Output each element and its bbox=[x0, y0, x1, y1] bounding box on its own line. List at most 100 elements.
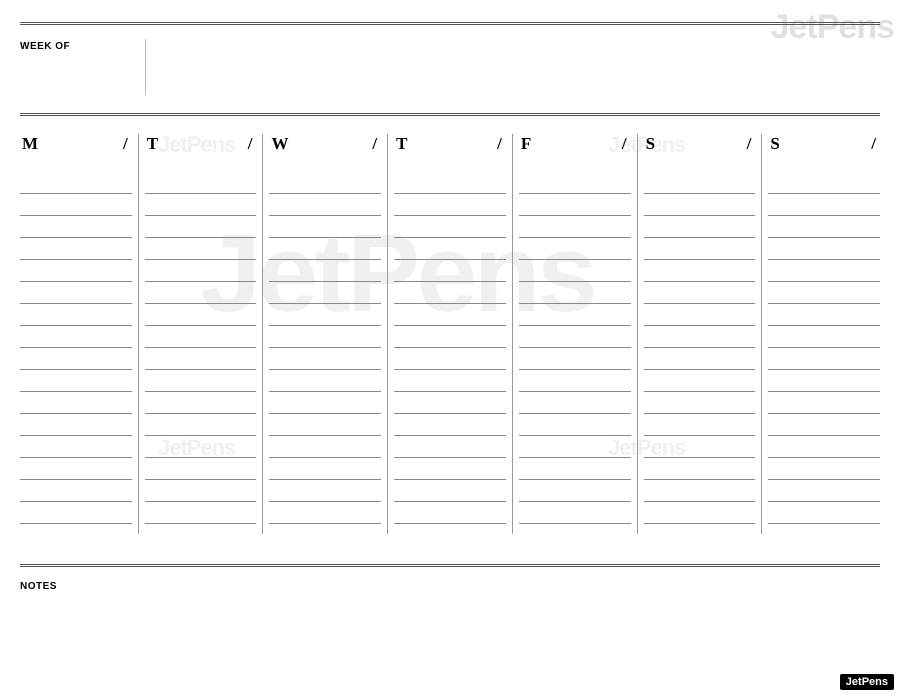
day-letter: F bbox=[521, 134, 531, 154]
writing-line bbox=[519, 348, 631, 370]
writing-line bbox=[644, 458, 756, 480]
writing-line bbox=[644, 348, 756, 370]
writing-line bbox=[768, 282, 880, 304]
writing-line bbox=[394, 370, 506, 392]
day-header: S/ bbox=[644, 134, 756, 172]
writing-line bbox=[768, 216, 880, 238]
writing-line bbox=[644, 480, 756, 502]
day-letter: T bbox=[147, 134, 158, 154]
writing-line bbox=[768, 304, 880, 326]
writing-line bbox=[768, 502, 880, 524]
writing-line bbox=[519, 194, 631, 216]
date-separator: / bbox=[497, 134, 502, 154]
writing-line bbox=[20, 260, 132, 282]
writing-line bbox=[145, 238, 257, 260]
writing-line bbox=[145, 502, 257, 524]
writing-line bbox=[145, 282, 257, 304]
writing-line bbox=[394, 458, 506, 480]
writing-line bbox=[145, 326, 257, 348]
writing-line bbox=[20, 282, 132, 304]
writing-line bbox=[519, 392, 631, 414]
writing-line bbox=[145, 304, 257, 326]
header-divider bbox=[145, 39, 146, 95]
writing-line bbox=[519, 282, 631, 304]
writing-line bbox=[768, 480, 880, 502]
day-header: T/ bbox=[394, 134, 506, 172]
date-separator: / bbox=[123, 134, 128, 154]
writing-line bbox=[20, 194, 132, 216]
writing-line bbox=[394, 282, 506, 304]
writing-line bbox=[644, 414, 756, 436]
writing-line bbox=[519, 216, 631, 238]
writing-line bbox=[768, 414, 880, 436]
writing-line bbox=[394, 238, 506, 260]
top-double-rule bbox=[20, 22, 880, 25]
writing-line bbox=[768, 172, 880, 194]
writing-line bbox=[768, 326, 880, 348]
day-letter: M bbox=[22, 134, 38, 154]
writing-line bbox=[644, 216, 756, 238]
writing-line bbox=[519, 414, 631, 436]
writing-line bbox=[644, 172, 756, 194]
brand-badge: JetPens bbox=[840, 674, 894, 690]
writing-line bbox=[20, 348, 132, 370]
writing-line bbox=[519, 436, 631, 458]
writing-line bbox=[20, 502, 132, 524]
writing-line bbox=[519, 172, 631, 194]
writing-line bbox=[20, 216, 132, 238]
writing-line bbox=[394, 392, 506, 414]
day-letter: S bbox=[770, 134, 779, 154]
writing-line bbox=[644, 304, 756, 326]
writing-line bbox=[269, 458, 381, 480]
writing-line bbox=[644, 326, 756, 348]
day-letter: S bbox=[646, 134, 655, 154]
date-separator: / bbox=[372, 134, 377, 154]
writing-line bbox=[269, 304, 381, 326]
writing-line bbox=[20, 480, 132, 502]
writing-line bbox=[644, 392, 756, 414]
writing-line bbox=[269, 436, 381, 458]
writing-line bbox=[145, 392, 257, 414]
writing-line bbox=[644, 282, 756, 304]
writing-line bbox=[269, 348, 381, 370]
writing-line bbox=[269, 238, 381, 260]
writing-line bbox=[20, 436, 132, 458]
writing-line bbox=[145, 480, 257, 502]
writing-line bbox=[20, 172, 132, 194]
writing-line bbox=[145, 458, 257, 480]
writing-line bbox=[519, 238, 631, 260]
notes-label: NOTES bbox=[20, 581, 880, 592]
writing-line bbox=[394, 436, 506, 458]
writing-line bbox=[644, 436, 756, 458]
writing-line bbox=[768, 238, 880, 260]
day-header: M/ bbox=[20, 134, 132, 172]
day-column: W/ bbox=[262, 134, 387, 534]
writing-line bbox=[644, 260, 756, 282]
day-column: T/ bbox=[387, 134, 512, 534]
writing-line bbox=[768, 348, 880, 370]
bottom-double-rule bbox=[20, 564, 880, 567]
header-row: WEEK OF bbox=[20, 39, 880, 95]
days-grid: M/T/W/T/F/S/S/ bbox=[20, 134, 880, 534]
writing-line bbox=[644, 502, 756, 524]
writing-line bbox=[269, 216, 381, 238]
writing-line bbox=[394, 326, 506, 348]
day-column: S/ bbox=[761, 134, 880, 534]
writing-line bbox=[394, 172, 506, 194]
writing-line bbox=[269, 414, 381, 436]
writing-line bbox=[519, 304, 631, 326]
writing-line bbox=[145, 216, 257, 238]
date-separator: / bbox=[747, 134, 752, 154]
writing-line bbox=[394, 216, 506, 238]
week-of-label: WEEK OF bbox=[20, 39, 145, 52]
writing-line bbox=[394, 414, 506, 436]
writing-line bbox=[269, 502, 381, 524]
writing-line bbox=[394, 348, 506, 370]
writing-line bbox=[145, 194, 257, 216]
writing-line bbox=[269, 370, 381, 392]
day-column: F/ bbox=[512, 134, 637, 534]
writing-line bbox=[394, 304, 506, 326]
writing-line bbox=[644, 238, 756, 260]
writing-line bbox=[519, 480, 631, 502]
day-column: S/ bbox=[637, 134, 762, 534]
